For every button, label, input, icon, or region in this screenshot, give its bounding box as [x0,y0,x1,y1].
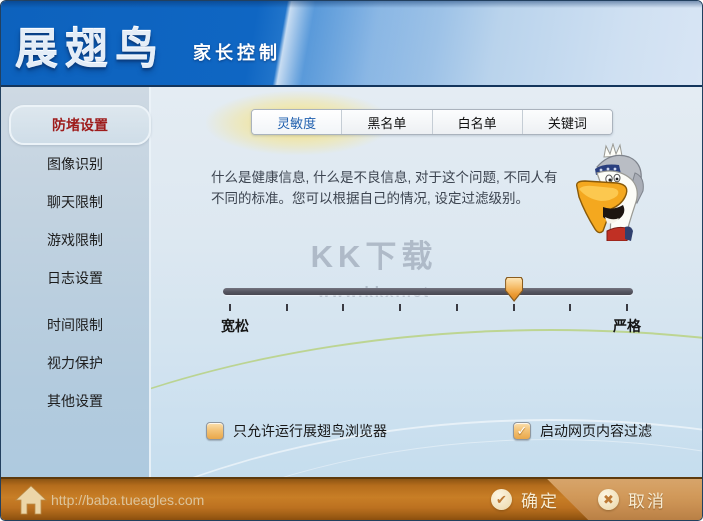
sidebar-item-7[interactable]: 其他设置 [1,382,149,420]
slider-tick [399,304,402,311]
sidebar-item-0[interactable]: 防堵设置 [9,105,151,145]
app-logo: 展翅鸟 [15,26,165,74]
ok-button[interactable]: ✔ 确定 [491,479,559,520]
body-region: 防堵设置 图像识别 聊天限制 游戏限制 日志设置时间限制 视力保护 其他设置 灵敏度 黑名单白… [1,87,702,477]
header: 展翅鸟 家长控制 [1,1,702,87]
tab-bar: 灵敏度 黑名单 白名单 关键词 [251,109,613,135]
tab-0[interactable]: 灵敏度 [252,110,342,134]
checkbox-label: 只允许运行展翅鸟浏览器 [233,423,387,439]
home-icon[interactable] [15,485,47,515]
description-text: 什么是健康信息, 什么是不良信息, 对于这个问题, 不同人有不同的标准。您可以根… [211,170,558,206]
slider-tick [229,304,231,311]
mascot-image [575,143,644,241]
tab-2[interactable]: 白名单 [431,110,522,134]
sidebar-item-2[interactable]: 聊天限制 [1,183,149,221]
sidebar-item-3[interactable]: 游戏限制 [1,221,149,259]
checkbox-checked-icon[interactable]: ✓ [513,422,531,440]
tab-3[interactable]: 关键词 [521,110,612,134]
ok-button-label: 确定 [521,492,559,511]
slider-labels: 宽松 严格 [221,316,641,336]
sidebar-menu: 防堵设置 图像识别 聊天限制 游戏限制 日志设置时间限制 视力保护 其他设置 [1,87,151,420]
main-content: 灵敏度 黑名单 白名单 关键词 什么是健康信息, 什么是不良信息, 对于这个问题, 不… [1,87,702,477]
slider-tick [569,304,572,311]
app-window: 展翅鸟 家长控制 防堵设置 图像识别 聊天限制 游戏限制 日志设置时间限制 视力保护 其他设… [0,0,703,521]
cancel-button-label: 取消 [628,492,666,511]
sidebar: 防堵设置 图像识别 聊天限制 游戏限制 日志设置时间限制 视力保护 其他设置 [1,87,151,477]
checkbox-label: 启动网页内容过滤 [540,423,652,439]
checkbox-row: 只允许运行展翅鸟浏览器 ✓ 启动网页内容过滤 [151,421,702,443]
sidebar-item-5[interactable]: 时间限制 [1,306,149,344]
slider-tick [512,304,515,311]
slider-tick [285,304,288,311]
slider-tick [625,304,628,311]
check-circle-icon: ✔ [491,489,512,510]
tab-1[interactable]: 黑名单 [341,110,432,134]
sidebar-item-6[interactable]: 视力保护 [1,344,149,382]
footer-url-link[interactable]: http://baba.tueagles.com [51,479,204,520]
slider-min-label: 宽松 [221,318,249,334]
cancel-button[interactable]: ✖ 取消 [598,479,666,520]
slider-tick [455,304,458,311]
checkbox-1[interactable]: ✓ 启动网页内容过滤 [513,421,652,441]
slider-ticks [229,304,628,312]
sidebar-item-1[interactable]: 图像识别 [1,145,149,183]
watermark-title: KK下载 [310,239,438,274]
sensitivity-slider-track[interactable] [223,277,633,302]
app-subtitle: 家长控制 [193,43,281,63]
checkbox-unchecked-icon[interactable] [206,422,224,440]
slider-max-label: 严格 [613,318,641,334]
checkbox-0[interactable]: 只允许运行展翅鸟浏览器 [206,421,387,441]
footer: http://baba.tueagles.com ✔ 确定 ✖ 取消 [1,477,702,520]
slider-thumb[interactable] [505,277,524,302]
slider-tick [342,304,345,311]
sidebar-item-4[interactable]: 日志设置 [1,259,149,297]
cross-circle-icon: ✖ [598,489,619,510]
